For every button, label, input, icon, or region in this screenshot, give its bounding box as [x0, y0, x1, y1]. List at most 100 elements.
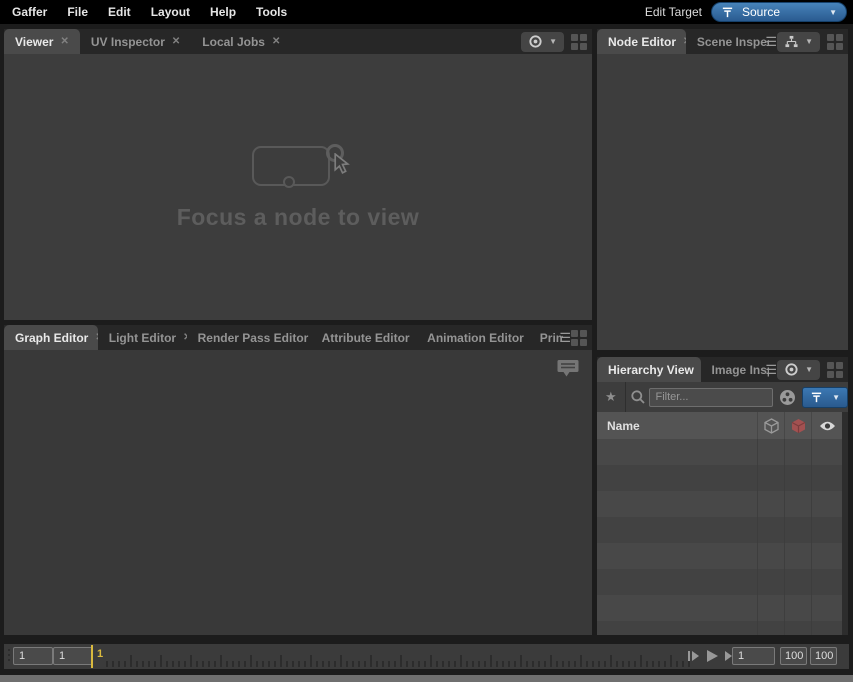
menu-edit[interactable]: Edit	[108, 5, 131, 19]
tab-node-editor[interactable]: Node Editor ✕	[597, 29, 686, 54]
edit-scope-dropdown[interactable]: ▼	[802, 387, 848, 408]
node-editor-panel: Node Editor ✕ Scene Inspecto ☰ ▼	[597, 29, 848, 350]
menu-gaffer[interactable]: Gaffer	[12, 5, 47, 19]
tab-label: Image Inspe	[712, 363, 770, 377]
close-icon[interactable]: ✕	[172, 36, 180, 47]
stop-frame-field[interactable]: 100	[810, 647, 837, 665]
table-row[interactable]	[597, 465, 842, 491]
node-editor-tabbar-buttons: ▼	[777, 29, 848, 54]
table-row[interactable]	[597, 595, 842, 621]
layout-menu-icon[interactable]	[827, 34, 843, 50]
tab-label: Scene Inspecto	[697, 35, 770, 49]
play-button[interactable]	[706, 650, 718, 662]
column-divider	[784, 439, 785, 635]
close-icon[interactable]: ✕	[272, 36, 280, 47]
tab-attribute-editor[interactable]: Attribute Editor ✕	[311, 325, 417, 350]
frame-start-field[interactable]: 1	[13, 647, 53, 665]
table-row[interactable]	[597, 439, 842, 465]
tab-image-inspector[interactable]: Image Inspe	[701, 357, 770, 382]
column-divider	[811, 439, 812, 635]
chevron-down-icon: ▼	[805, 37, 813, 46]
column-divider	[757, 439, 758, 635]
chevron-down-icon: ▼	[549, 37, 557, 46]
hierarchy-view-panel: Hierarchy View ✕ Image Inspe ☰ ▼ ★	[597, 357, 848, 635]
column-header-exclusions[interactable]	[784, 412, 811, 439]
current-frame-field[interactable]: 1	[732, 647, 775, 665]
timeline-bar: 1 1 1 1 100 100	[4, 644, 849, 669]
tab-render-pass-editor[interactable]: Render Pass Editor ✕	[187, 325, 311, 350]
viewer-tabbar: Viewer ✕ UV Inspector ✕ Local Jobs ✕ ▼	[4, 29, 592, 54]
tab-list-menu-icon[interactable]: ☰	[765, 357, 777, 382]
editor-focus-button[interactable]: ▼	[777, 360, 820, 380]
timeline-ruler[interactable]	[106, 653, 694, 667]
close-icon[interactable]: ✕	[60, 36, 68, 47]
tab-label: Hierarchy View	[608, 363, 694, 377]
viewer-empty-message: Focus a node to view	[4, 204, 592, 231]
tab-label: Attribute Editor	[322, 331, 410, 345]
skip-to-start-button[interactable]	[688, 650, 699, 662]
tab-list-menu-icon[interactable]: ☰	[765, 29, 777, 54]
playhead-marker[interactable]	[91, 645, 93, 668]
table-row[interactable]	[597, 621, 842, 635]
tab-viewer[interactable]: Viewer ✕	[4, 29, 80, 54]
frame-snap-field[interactable]: 1	[53, 647, 93, 665]
editor-focus-button[interactable]: ▼	[777, 32, 820, 52]
search-icon	[630, 389, 646, 405]
graph-editor-panel: Graph Editor ✕ Light Editor ✕ Render Pas…	[4, 325, 592, 635]
annotation-bubble-icon[interactable]	[556, 358, 580, 385]
layout-menu-icon[interactable]	[571, 330, 587, 346]
table-row[interactable]	[597, 543, 842, 569]
table-row[interactable]	[597, 491, 842, 517]
tab-scene-inspector[interactable]: Scene Inspecto	[686, 29, 770, 54]
tab-label: Light Editor	[109, 331, 176, 345]
bullseye-icon	[784, 362, 799, 377]
window-border	[0, 675, 853, 682]
tab-local-jobs[interactable]: Local Jobs ✕	[191, 29, 291, 54]
tab-uv-inspector[interactable]: UV Inspector ✕	[80, 29, 191, 54]
tab-label: Node Editor	[608, 35, 676, 49]
hierarchy-tabbar-buttons: ▼	[777, 357, 848, 382]
tab-prim[interactable]: Prim	[529, 325, 564, 350]
tab-graph-editor[interactable]: Graph Editor ✕	[4, 325, 98, 350]
graph-editor-tabbar-buttons	[571, 325, 592, 350]
playback-controls	[688, 650, 736, 662]
node-editor-body[interactable]	[597, 54, 848, 350]
menu-file[interactable]: File	[67, 5, 88, 19]
hierarchy-table-body[interactable]	[597, 439, 842, 635]
graph-editor-body[interactable]	[4, 350, 592, 635]
layout-menu-icon[interactable]	[827, 362, 843, 378]
editor-focus-button[interactable]: ▼	[521, 32, 564, 52]
tab-animation-editor[interactable]: Animation Editor ✕	[416, 325, 529, 350]
viewer-body[interactable]: Focus a node to view	[4, 54, 592, 320]
column-header-name[interactable]: Name	[597, 419, 757, 433]
bookmark-star-icon[interactable]: ★	[597, 389, 625, 405]
cube-outline-icon	[764, 418, 779, 434]
node-editor-tabbar: Node Editor ✕ Scene Inspecto ☰ ▼	[597, 29, 848, 54]
menu-help[interactable]: Help	[210, 5, 236, 19]
edit-target-dropdown[interactable]: Source ▼	[711, 2, 847, 22]
cursor-icon	[333, 153, 351, 181]
edit-target-icon	[721, 6, 734, 19]
column-header-inclusions[interactable]	[757, 412, 784, 439]
divider	[625, 382, 626, 412]
column-header-visibility[interactable]	[811, 412, 842, 439]
tab-light-editor[interactable]: Light Editor ✕	[98, 325, 187, 350]
table-row[interactable]	[597, 569, 842, 595]
tab-list-menu-icon[interactable]: ☰	[559, 325, 571, 350]
layout-menu-icon[interactable]	[571, 34, 587, 50]
table-row[interactable]	[597, 517, 842, 543]
vertical-scrollbar[interactable]	[842, 412, 848, 635]
tab-hierarchy-view[interactable]: Hierarchy View ✕	[597, 357, 701, 382]
hierarchy-table-header: Name	[597, 412, 842, 439]
end-frame-field[interactable]: 100	[780, 647, 807, 665]
filter-input[interactable]	[649, 388, 773, 407]
playhead-frame-label: 1	[97, 648, 103, 660]
tab-label: Viewer	[15, 35, 53, 49]
red-cube-icon	[791, 418, 806, 434]
menu-layout[interactable]: Layout	[151, 5, 190, 19]
drag-handle[interactable]	[8, 649, 10, 661]
node-graph-icon	[784, 35, 799, 48]
tab-label: UV Inspector	[91, 35, 165, 49]
menu-tools[interactable]: Tools	[256, 5, 287, 19]
set-membership-icon[interactable]	[779, 389, 796, 406]
